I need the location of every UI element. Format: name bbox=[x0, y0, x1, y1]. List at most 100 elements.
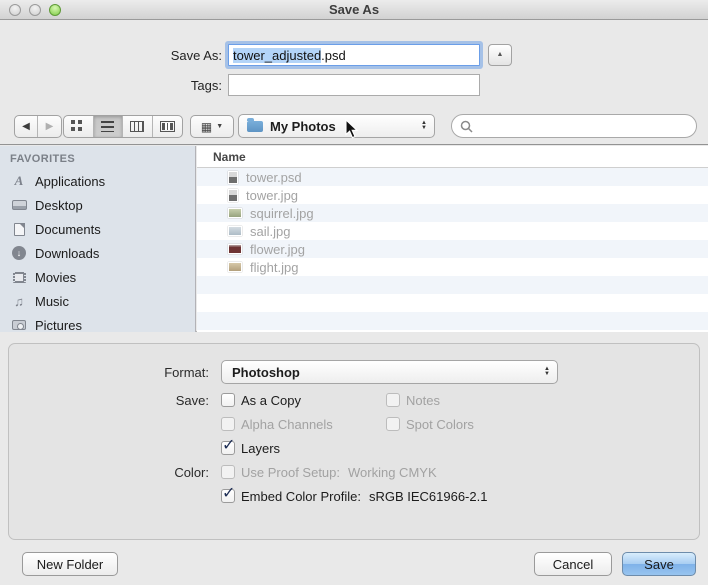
sidebar-item-downloads[interactable]: ↓ Downloads bbox=[0, 241, 195, 265]
sidebar-item-desktop[interactable]: Desktop bbox=[0, 193, 195, 217]
file-thumbnail-icon bbox=[228, 208, 242, 218]
checkbox-label: Layers bbox=[241, 440, 281, 456]
coverflow-view-button[interactable] bbox=[153, 116, 182, 137]
cancel-label: Cancel bbox=[552, 556, 594, 572]
file-row[interactable]: sail.jpg bbox=[197, 222, 708, 240]
file-row[interactable]: tower.jpg bbox=[197, 186, 708, 204]
forward-button[interactable]: ▶ bbox=[38, 116, 61, 137]
view-switcher bbox=[63, 115, 183, 138]
file-thumbnail-icon bbox=[228, 262, 242, 272]
column-view-icon bbox=[130, 121, 145, 132]
popup-stepper-icon: ▲ ▼ bbox=[544, 366, 550, 377]
music-icon: ♫ bbox=[14, 293, 24, 309]
search-icon bbox=[460, 120, 473, 133]
file-row[interactable]: tower.psd bbox=[197, 168, 708, 186]
file-name: flight.jpg bbox=[250, 259, 299, 275]
file-thumbnail-icon bbox=[228, 244, 242, 254]
file-row[interactable]: flight.jpg bbox=[197, 258, 708, 276]
search-input[interactable] bbox=[477, 117, 696, 135]
sidebar-item-movies[interactable]: Movies bbox=[0, 265, 195, 289]
title-bar[interactable]: Save As bbox=[0, 0, 708, 20]
checkbox-checked-icon: ✓ bbox=[221, 437, 236, 455]
save-label: Save bbox=[644, 556, 674, 572]
file-name: squirrel.jpg bbox=[250, 205, 314, 221]
list-view-button[interactable] bbox=[93, 116, 123, 137]
file-thumbnail-icon bbox=[228, 226, 242, 236]
file-row[interactable]: squirrel.jpg bbox=[197, 204, 708, 222]
sidebar-item-pictures[interactable]: Pictures bbox=[0, 313, 195, 332]
file-name: tower.jpg bbox=[246, 187, 299, 203]
expand-collapse-button[interactable]: ▲ bbox=[488, 44, 512, 66]
downloads-icon: ↓ bbox=[12, 246, 26, 260]
sidebar-item-label: Music bbox=[35, 293, 69, 309]
file-name: sail.jpg bbox=[250, 223, 291, 239]
folder-icon bbox=[247, 117, 263, 132]
back-icon: ◀ bbox=[22, 121, 30, 132]
checkbox-icon bbox=[386, 417, 400, 431]
sidebar-item-label: Downloads bbox=[35, 245, 100, 261]
save-as-label: Save As: bbox=[170, 48, 222, 63]
format-label: Format: bbox=[164, 365, 209, 380]
checkbox-label: Use Proof Setup: bbox=[241, 464, 340, 480]
minimize-button-icon[interactable] bbox=[29, 4, 41, 16]
arrange-button[interactable]: ▦ ▼ bbox=[191, 116, 233, 137]
applications-icon: A bbox=[14, 173, 24, 188]
format-popup[interactable]: Photoshop ▲ ▼ bbox=[221, 360, 558, 384]
save-as-dialog: Save As Save As: tower_adjusted .psd ▲ Ta… bbox=[0, 0, 708, 585]
empty-row bbox=[197, 294, 708, 312]
tags-label: Tags: bbox=[190, 78, 222, 93]
file-row[interactable]: flower.jpg bbox=[197, 240, 708, 258]
cancel-button[interactable]: Cancel bbox=[534, 552, 612, 576]
search-field[interactable] bbox=[451, 114, 697, 138]
checkbox-label: Spot Colors bbox=[406, 416, 474, 432]
checkbox-icon bbox=[221, 417, 235, 431]
sidebar-item-label: Applications bbox=[35, 173, 106, 189]
list-view-icon bbox=[101, 121, 115, 132]
tags-input[interactable] bbox=[228, 74, 480, 96]
filename-input[interactable]: tower_adjusted .psd bbox=[228, 44, 480, 66]
file-list: Name tower.psd tower.jpg squirrel.jpg sa… bbox=[197, 146, 708, 332]
location-popup[interactable]: My Photos ▲ ▼ bbox=[238, 114, 435, 138]
checkbox-icon bbox=[221, 465, 235, 479]
column-view-button[interactable] bbox=[123, 116, 153, 137]
location-popup-label: My Photos bbox=[270, 118, 336, 134]
filename-selected-text: tower_adjusted bbox=[233, 47, 322, 63]
name-column-label: Name bbox=[213, 149, 246, 164]
forward-icon: ▶ bbox=[45, 121, 54, 132]
sidebar-item-label: Pictures bbox=[35, 317, 82, 333]
sidebar-item-label: Movies bbox=[35, 269, 77, 285]
sidebar: FAVORITES A Applications Desktop Documen… bbox=[0, 146, 196, 332]
sidebar-item-music[interactable]: ♫ Music bbox=[0, 289, 195, 313]
checkbox-value: Working CMYK bbox=[348, 464, 437, 480]
save-button[interactable]: Save bbox=[622, 552, 696, 576]
pictures-icon bbox=[12, 320, 26, 330]
sidebar-item-applications[interactable]: A Applications bbox=[0, 169, 195, 193]
mouse-cursor bbox=[345, 119, 359, 139]
sidebar-item-documents[interactable]: Documents bbox=[0, 217, 195, 241]
documents-icon bbox=[13, 222, 25, 236]
save-options-panel: Format: Photoshop ▲ ▼ Save: As a Copy Not… bbox=[8, 343, 700, 540]
close-button-icon[interactable] bbox=[9, 4, 21, 16]
zoom-button-icon[interactable] bbox=[49, 4, 61, 16]
icon-view-button[interactable] bbox=[64, 116, 94, 137]
icon-view-icon bbox=[71, 119, 76, 124]
new-folder-label: New Folder bbox=[36, 556, 104, 572]
nav-buttons: ◀ ▶ bbox=[14, 115, 62, 138]
file-thumbnail-icon bbox=[228, 188, 238, 202]
disclosure-up-icon: ▲ bbox=[496, 51, 504, 58]
checkbox-icon bbox=[221, 393, 235, 407]
arrange-caret-icon: ▼ bbox=[216, 123, 224, 130]
name-column-header[interactable]: Name bbox=[197, 146, 708, 168]
sidebar-item-label: Desktop bbox=[35, 197, 83, 213]
empty-row bbox=[197, 312, 708, 330]
checkbox-layers[interactable]: ✓ Layers bbox=[221, 437, 281, 456]
checkbox-embed-color-profile[interactable]: ✓ Embed Color Profile: sRGB IEC61966-2.1 bbox=[221, 485, 487, 504]
back-button[interactable]: ◀ bbox=[15, 116, 39, 137]
checkbox-spot-colors: Spot Colors bbox=[386, 417, 474, 432]
checkbox-label: Notes bbox=[406, 392, 440, 408]
filename-extension-text: .psd bbox=[321, 47, 346, 63]
new-folder-button[interactable]: New Folder bbox=[22, 552, 118, 576]
checkbox-as-a-copy[interactable]: As a Copy bbox=[221, 393, 301, 408]
save-section-label: Save: bbox=[175, 393, 209, 408]
arrange-grid-icon: ▦ bbox=[200, 119, 213, 134]
